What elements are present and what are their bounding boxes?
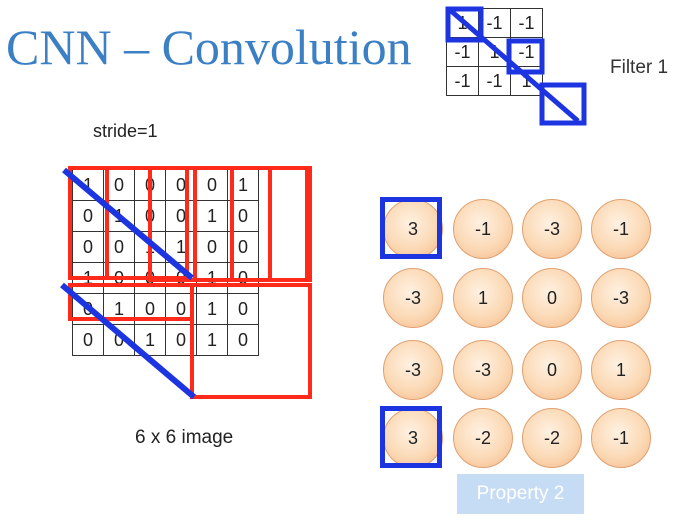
page-title: CNN – Convolution xyxy=(6,19,412,75)
filter-cell: 1 xyxy=(478,37,511,67)
image-cell: 0 xyxy=(134,169,166,201)
feature-cell: -2 xyxy=(453,408,513,468)
image-cell: 1 xyxy=(134,231,166,263)
image-cell: 0 xyxy=(227,293,259,325)
feature-cell: -3 xyxy=(591,268,651,328)
filter-cell: -1 xyxy=(446,37,479,67)
image-cell: 0 xyxy=(165,169,197,201)
feature-highlight-box xyxy=(380,197,442,259)
image-cell: 0 xyxy=(227,262,259,294)
filter-matrix: 1 -1 -1 -1 1 -1 -1 -1 1 xyxy=(446,8,543,96)
image-cell: 0 xyxy=(134,200,166,232)
feature-cell: 1 xyxy=(591,340,651,400)
image-cell: 1 xyxy=(72,169,104,201)
image-cell: 1 xyxy=(227,169,259,201)
window-box xyxy=(268,166,312,282)
filter-cell: -1 xyxy=(510,37,543,67)
property-badge: Property 2 xyxy=(457,474,584,514)
image-row: 1 0 0 0 0 1 xyxy=(72,169,259,201)
filter-cell: 1 xyxy=(446,8,479,38)
image-cell: 0 xyxy=(134,293,166,325)
image-row: 0 1 0 0 1 0 xyxy=(72,200,259,232)
image-cell: 0 xyxy=(72,324,104,356)
image-cell: 1 xyxy=(196,200,228,232)
feature-cell: 1 xyxy=(453,268,513,328)
filter-row: -1 -1 1 xyxy=(446,66,543,96)
feature-cell: -3 xyxy=(453,340,513,400)
image-cell: 1 xyxy=(196,324,228,356)
feature-cell: -3 xyxy=(522,199,582,259)
feature-cell: -1 xyxy=(591,199,651,259)
image-cell: 1 xyxy=(103,200,135,232)
image-cell: 1 xyxy=(196,262,228,294)
stride-label: stride=1 xyxy=(93,121,158,141)
image-cell: 1 xyxy=(196,293,228,325)
image-cell: 1 xyxy=(165,231,197,263)
filter-cell: -1 xyxy=(478,8,511,38)
image-label: 6 x 6 image xyxy=(135,427,234,448)
image-cell: 1 xyxy=(72,262,104,294)
image-row: 0 1 0 0 1 0 xyxy=(72,293,259,325)
image-cell: 1 xyxy=(134,324,166,356)
image-cell: 0 xyxy=(227,324,259,356)
image-matrix: 1 0 0 0 0 1 0 1 0 0 1 0 0 0 1 1 0 0 1 0 … xyxy=(72,169,259,356)
feature-cell: -3 xyxy=(383,340,443,400)
feature-cell: -2 xyxy=(522,408,582,468)
feature-cell: -1 xyxy=(591,408,651,468)
image-cell: 0 xyxy=(196,231,228,263)
feature-highlight-box xyxy=(380,406,442,468)
image-cell: 0 xyxy=(72,293,104,325)
filter-highlight-box xyxy=(539,82,587,126)
feature-cell: -1 xyxy=(453,199,513,259)
filter-cell: -1 xyxy=(446,66,479,96)
image-cell: 0 xyxy=(227,231,259,263)
feature-cell: -3 xyxy=(383,268,443,328)
image-cell: 0 xyxy=(227,200,259,232)
image-cell: 0 xyxy=(165,293,197,325)
filter-cell: 1 xyxy=(510,66,543,96)
image-cell: 0 xyxy=(72,200,104,232)
image-cell: 1 xyxy=(103,293,135,325)
filter-cell: -1 xyxy=(510,8,543,38)
image-cell: 0 xyxy=(165,324,197,356)
image-row: 1 0 0 0 1 0 xyxy=(72,262,259,294)
image-cell: 0 xyxy=(165,200,197,232)
image-cell: 0 xyxy=(103,169,135,201)
image-cell: 0 xyxy=(165,262,197,294)
filter-cell: -1 xyxy=(478,66,511,96)
image-cell: 0 xyxy=(103,231,135,263)
image-row: 0 0 1 1 0 0 xyxy=(72,231,259,263)
image-cell: 0 xyxy=(196,169,228,201)
filter-label: Filter 1 xyxy=(610,57,669,78)
image-cell: 0 xyxy=(103,262,135,294)
image-cell: 0 xyxy=(134,262,166,294)
filter-row: 1 -1 -1 xyxy=(446,8,543,38)
image-row: 0 0 1 0 1 0 xyxy=(72,324,259,356)
image-cell: 0 xyxy=(72,231,104,263)
feature-cell: 0 xyxy=(522,340,582,400)
feature-cell: 0 xyxy=(522,268,582,328)
image-cell: 0 xyxy=(103,324,135,356)
filter-row: -1 1 -1 xyxy=(446,37,543,67)
